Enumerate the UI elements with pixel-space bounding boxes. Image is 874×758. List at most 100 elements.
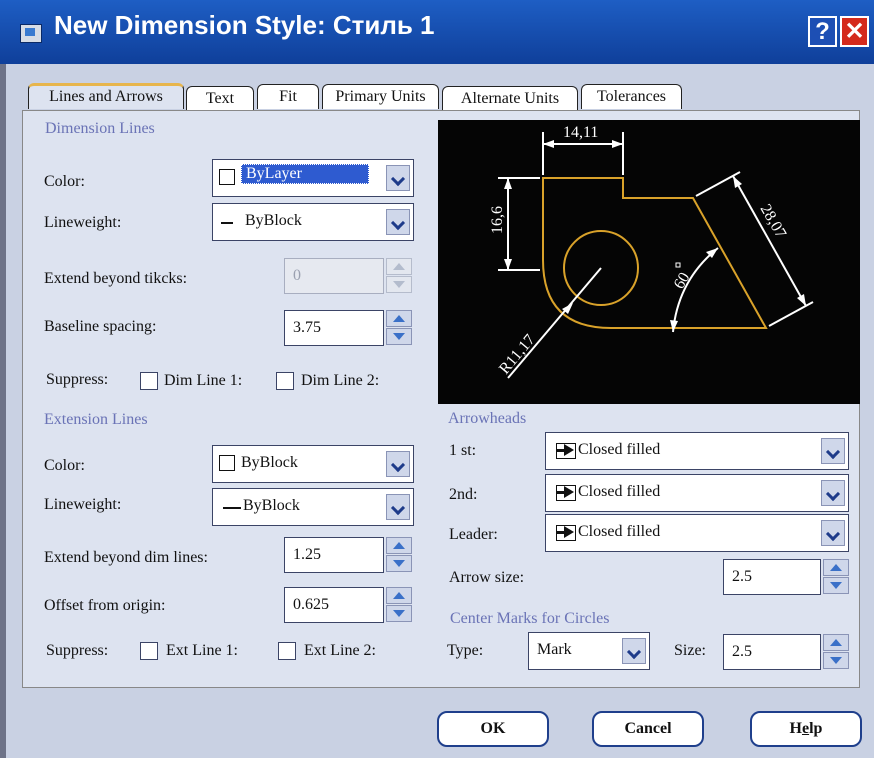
chevron-down-icon[interactable] — [821, 438, 845, 464]
dimensions — [498, 132, 814, 379]
chevron-down-icon[interactable] — [821, 520, 845, 546]
help-label-1: H — [789, 720, 802, 737]
closed-filled-arrow-icon — [556, 525, 576, 541]
spin-up-icon[interactable] — [823, 559, 849, 576]
angle-text: 60 — [671, 270, 694, 292]
first-arrow-value: Closed filled — [578, 441, 661, 458]
arrow-size-label: Arrow size: — [449, 569, 525, 586]
chevron-down-icon[interactable] — [386, 494, 410, 520]
offset-origin-spinner[interactable]: 0.625 — [284, 587, 412, 623]
center-type-value: Mark — [537, 641, 572, 658]
spin-up-icon[interactable] — [386, 537, 412, 554]
center-marks-heading: Center Marks for Circles — [450, 610, 610, 627]
app-icon — [20, 24, 42, 43]
spin-down-icon[interactable] — [386, 328, 412, 345]
arrow-size-spinner[interactable]: 2.5 — [723, 559, 849, 595]
spin-down-icon[interactable] — [386, 555, 412, 572]
dim-diag-text: 28,07 — [757, 202, 790, 242]
dimension-lines-heading: Dimension Lines — [45, 120, 155, 137]
offset-origin-field[interactable]: 0.625 — [284, 587, 384, 623]
center-type-select[interactable]: Mark — [528, 632, 650, 670]
ext-line1-checkbox[interactable] — [140, 642, 158, 660]
dim-lineweight-select[interactable]: ByBlock — [212, 203, 414, 241]
color-swatch — [219, 169, 235, 185]
center-type-label: Type: — [447, 642, 484, 659]
dim-lineweight-label: Lineweight: — [44, 214, 122, 231]
ext-lineweight-label: Lineweight: — [44, 496, 122, 513]
tab-lines-and-arrows[interactable]: Lines and Arrows — [28, 83, 184, 109]
ext-lineweight-select[interactable]: ByBlock — [212, 488, 414, 526]
spin-down-icon[interactable] — [823, 652, 849, 669]
chevron-down-icon[interactable] — [386, 165, 410, 191]
center-size-label: Size: — [674, 642, 706, 659]
dim-color-value: ByLayer — [241, 164, 369, 184]
ext-line2-label: Ext Line 2: — [304, 642, 376, 659]
dim-extend-label: Extend beyond tikcks: — [44, 270, 188, 287]
closed-filled-arrow-icon — [556, 485, 576, 501]
ext-extend-spinner[interactable]: 1.25 — [284, 537, 412, 573]
dim-line1-label: Dim Line 1: — [164, 372, 243, 389]
chevron-down-icon[interactable] — [386, 451, 410, 477]
center-size-field[interactable]: 2.5 — [723, 634, 821, 670]
dim-line1-checkbox[interactable] — [140, 372, 158, 390]
center-size-spinner[interactable]: 2.5 — [723, 634, 849, 670]
dim-color-label: Color: — [44, 173, 85, 190]
cancel-button[interactable]: Cancel — [592, 711, 704, 747]
baseline-spacing-spinner[interactable]: 3.75 — [284, 310, 412, 346]
chevron-down-icon[interactable] — [386, 209, 410, 235]
ok-button[interactable]: OK — [437, 711, 549, 747]
spin-down-icon[interactable] — [823, 577, 849, 594]
spin-up-icon[interactable] — [823, 634, 849, 651]
help-button[interactable]: Help — [750, 711, 862, 747]
spin-up-icon — [386, 258, 412, 275]
offset-origin-label: Offset from origin: — [44, 597, 166, 614]
ext-extend-label: Extend beyond dim lines: — [44, 549, 208, 566]
ext-color-select[interactable]: ByBlock — [212, 445, 414, 483]
help-label-2: lp — [809, 720, 823, 737]
dim-line2-checkbox[interactable] — [276, 372, 294, 390]
preview-drawing: 14,11 16,6 28,07 60 R11,17 — [489, 124, 814, 379]
extension-lines-heading: Extension Lines — [44, 411, 148, 428]
second-arrow-select[interactable]: Closed filled — [545, 474, 849, 512]
spin-down-icon[interactable] — [386, 605, 412, 622]
part-outline — [542, 177, 768, 329]
arrowheads-heading: Arrowheads — [448, 410, 527, 427]
ext-extend-field[interactable]: 1.25 — [284, 537, 384, 573]
ext-lineweight-value: ByBlock — [243, 497, 300, 514]
close-button[interactable]: ✕ — [840, 16, 869, 47]
spin-up-icon[interactable] — [386, 587, 412, 604]
baseline-spacing-field[interactable]: 3.75 — [284, 310, 384, 346]
first-arrow-label: 1 st: — [449, 442, 477, 459]
spin-down-icon — [386, 276, 412, 293]
arrow-size-field[interactable]: 2.5 — [723, 559, 821, 595]
ext-line1-label: Ext Line 1: — [166, 642, 238, 659]
tab-alternate-units[interactable]: Alternate Units — [442, 86, 578, 111]
closed-filled-arrow-icon — [556, 443, 576, 459]
help-titlebar-button[interactable]: ? — [808, 16, 837, 47]
radius-text: R11,17 — [496, 331, 539, 377]
first-arrow-select[interactable]: Closed filled — [545, 432, 849, 470]
line-sample-icon — [221, 222, 233, 224]
ext-color-label: Color: — [44, 457, 85, 474]
dim-top-text: 14,11 — [563, 124, 598, 141]
tab-text[interactable]: Text — [186, 86, 254, 111]
leader-arrow-label: Leader: — [449, 526, 498, 543]
spin-up-icon[interactable] — [386, 310, 412, 327]
title-bar: New Dimension Style: Стиль 1 ? ✕ — [0, 0, 874, 64]
tab-fit[interactable]: Fit — [257, 84, 319, 109]
line-sample-icon — [223, 507, 241, 509]
ext-suppress-label: Suppress: — [46, 642, 109, 659]
ext-line2-checkbox[interactable] — [278, 642, 296, 660]
second-arrow-value: Closed filled — [578, 483, 661, 500]
baseline-spacing-label: Baseline spacing: — [44, 318, 157, 335]
window-title: New Dimension Style: Стиль 1 — [54, 10, 435, 40]
chevron-down-icon[interactable] — [821, 480, 845, 506]
tab-tolerances[interactable]: Tolerances — [581, 84, 682, 109]
tab-primary-units[interactable]: Primary Units — [322, 84, 439, 109]
dim-color-select[interactable]: ByLayer — [212, 159, 414, 197]
ext-color-value: ByBlock — [241, 454, 298, 471]
leader-arrow-select[interactable]: Closed filled — [545, 514, 849, 552]
degree-mark — [675, 262, 681, 268]
dim-lineweight-value: ByBlock — [245, 212, 302, 229]
chevron-down-icon[interactable] — [622, 638, 646, 664]
